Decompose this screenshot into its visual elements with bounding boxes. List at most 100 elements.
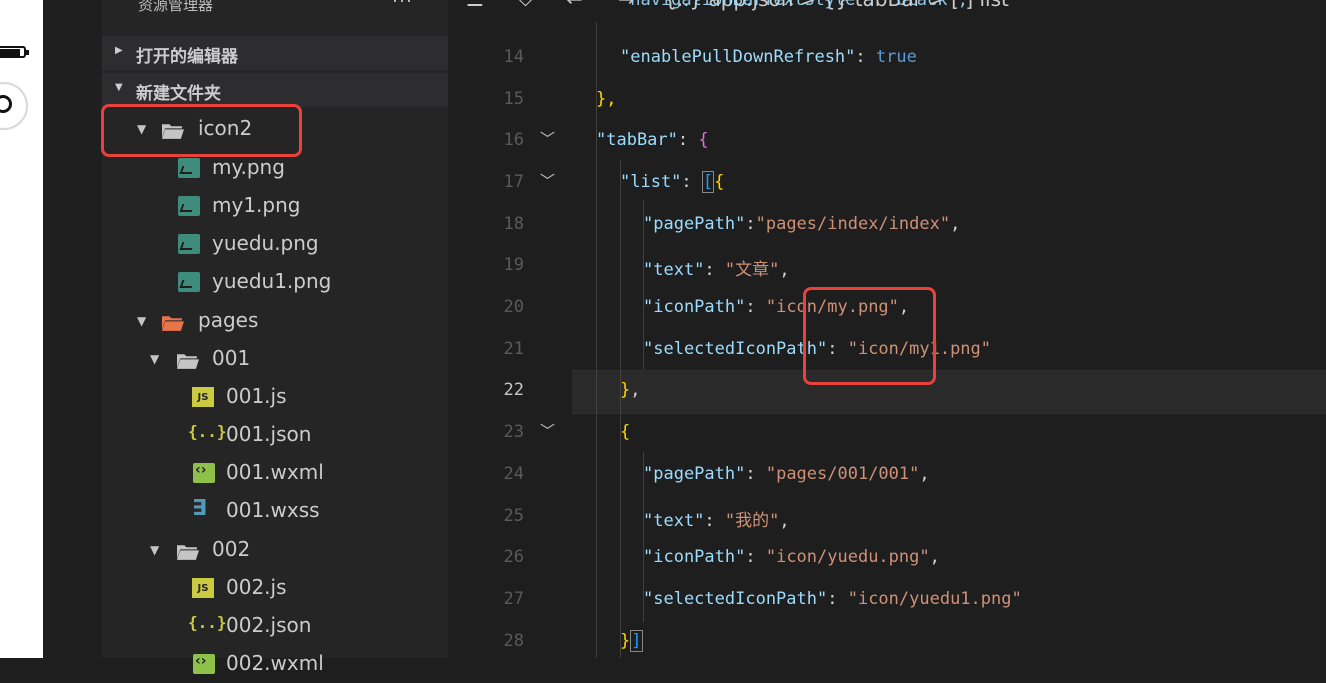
line-number: 21 [503, 339, 524, 359]
json-sep: , [919, 464, 930, 484]
json-sep: : [855, 47, 876, 67]
chevron-down-icon: ▼ [115, 82, 123, 93]
code-line-28: 28 }] [448, 621, 1326, 663]
json-key: "pagePath" [643, 464, 746, 484]
tree-item-002[interactable]: ▼ 002 [102, 531, 448, 569]
tree-item-label: 002.json [226, 613, 312, 637]
code-line-25: 25 "text": "我的", [448, 496, 1326, 538]
fold-chevron-icon[interactable]: ﹀ [540, 420, 555, 441]
json-key: "selectedIconPath" [643, 589, 828, 609]
code-line-19: 19 "text": "文章", [448, 245, 1326, 287]
json-key: "enablePullDownRefresh" [620, 47, 856, 67]
pages-folder-icon [162, 316, 184, 331]
tree-item-001-wxss[interactable]: ∃ 001.wxss [102, 492, 448, 530]
json-key: "text" [643, 511, 705, 531]
tree-item-label: pages [198, 308, 259, 332]
tree-item-yuedu-png[interactable]: yuedu.png [102, 225, 448, 263]
code-text: }, [596, 89, 617, 109]
explorer-title: 资源管理器 [138, 0, 214, 14]
line-number: 27 [503, 589, 524, 609]
json-bracket: { [698, 130, 709, 150]
image-file-icon [178, 234, 200, 254]
code-line-16: 16 ﹀ "tabBar": { [448, 120, 1326, 162]
section-label: 打开的编辑器 [136, 47, 238, 67]
json-value: "icon/yuedu.png" [765, 547, 930, 567]
json-key: "list" [620, 172, 682, 192]
section-open-editors[interactable]: ▶ 打开的编辑器 [102, 36, 448, 70]
json-key: "selectedIconPath" [643, 339, 828, 359]
json-sep: , [630, 380, 641, 400]
tree-item-label: 002 [212, 537, 251, 561]
image-file-icon [178, 196, 200, 216]
chevron-down-icon: ▼ [150, 543, 160, 557]
line-number: 15 [503, 89, 524, 109]
capsule-button[interactable] [0, 82, 28, 130]
code-line-24: 24 "pagePath": "pages/001/001", [448, 454, 1326, 496]
json-key: "iconPath" [643, 547, 746, 567]
tree-item-label: my1.png [212, 193, 301, 217]
code-line-14: 14 "enablePullDownRefresh": true [448, 37, 1326, 79]
json-value: "文章" [724, 260, 780, 280]
tree-item-label: my.png [212, 155, 285, 179]
tree-item-001-json[interactable]: {..} 001.json [102, 416, 448, 454]
tree-item-001-wxml[interactable]: 001.wxml [102, 454, 448, 492]
css-file-icon: ∃ [192, 496, 208, 521]
section-new-folder[interactable]: ▼ 新建文件夹 [102, 73, 448, 107]
tree-item-label: 002.wxml [226, 651, 324, 675]
tree-item-label: 001.wxss [226, 498, 320, 522]
tree-item-label: yuedu.png [212, 231, 319, 255]
tree-item-002-wxml[interactable]: 002.wxml [102, 645, 448, 683]
json-key: "text" [643, 260, 705, 280]
fold-chevron-icon[interactable]: ﹀ [540, 128, 555, 149]
json-bracket: ] [630, 630, 643, 652]
code-line-23: 23 ﹀ { [448, 412, 1326, 454]
json-value: true [875, 47, 917, 67]
json-sep: : [745, 214, 756, 234]
code-line-26: 26 "iconPath": "icon/yuedu.png", [448, 537, 1326, 579]
json-value: "icon/yuedu1.png" [847, 589, 1022, 609]
tree-item-label: 001.wxml [226, 460, 324, 484]
code-line-15: 15 }, [448, 79, 1326, 121]
json-bracket: { [620, 422, 631, 442]
tree-item-002-json[interactable]: {..} 002.json [102, 607, 448, 645]
chevron-down-icon: ▼ [137, 314, 147, 328]
json-key: "tabBar" [596, 130, 678, 150]
image-file-icon [178, 272, 200, 292]
tree-item-label: 001 [212, 346, 251, 370]
annotation-highlight-icon2 [101, 104, 302, 157]
tree-item-002-js[interactable]: JS 002.js [102, 569, 448, 607]
wxml-file-icon [193, 462, 215, 483]
tree-item-label: 001.js [226, 384, 287, 408]
line-number: 23 [503, 422, 524, 442]
json-bracket: } [620, 631, 631, 651]
json-key: "pagePath" [643, 214, 746, 234]
line-number: 22 [503, 380, 524, 400]
json-bracket: } [620, 380, 631, 400]
js-file-icon: JS [192, 387, 214, 407]
tree-item-yuedu1-png[interactable]: yuedu1.png [102, 263, 448, 301]
json-sep: : [745, 547, 766, 567]
section-label: 新建文件夹 [136, 84, 221, 104]
line-number: 14 [503, 47, 524, 67]
tree-item-001[interactable]: ▼ 001 [102, 340, 448, 378]
json-bracket: [ [701, 171, 715, 193]
line-number: 16 [503, 130, 524, 150]
json-sep: , [779, 260, 790, 280]
json-sep: : [827, 589, 848, 609]
json-file-icon: {..} [188, 422, 227, 441]
json-file-icon: {..} [188, 613, 227, 632]
json-sep: , [929, 547, 940, 567]
json-sep: : [704, 511, 725, 531]
fold-chevron-icon[interactable]: ﹀ [540, 170, 555, 191]
json-value: "我的" [724, 511, 780, 531]
code-line-27: 27 "selectedIconPath": "icon/yuedu1.png" [448, 579, 1326, 621]
tree-item-001-js[interactable]: JS 001.js [102, 378, 448, 416]
code-line-17: 17 ﹀ "list": [{ [448, 162, 1326, 204]
battery-icon [0, 46, 29, 58]
line-number: 28 [503, 631, 524, 651]
tree-item-pages[interactable]: ▼ pages [102, 302, 448, 340]
json-sep: , [779, 511, 790, 531]
tree-item-my1-png[interactable]: my1.png [102, 187, 448, 225]
json-sep: : [704, 260, 725, 280]
more-actions-icon[interactable]: ··· [392, 0, 413, 11]
